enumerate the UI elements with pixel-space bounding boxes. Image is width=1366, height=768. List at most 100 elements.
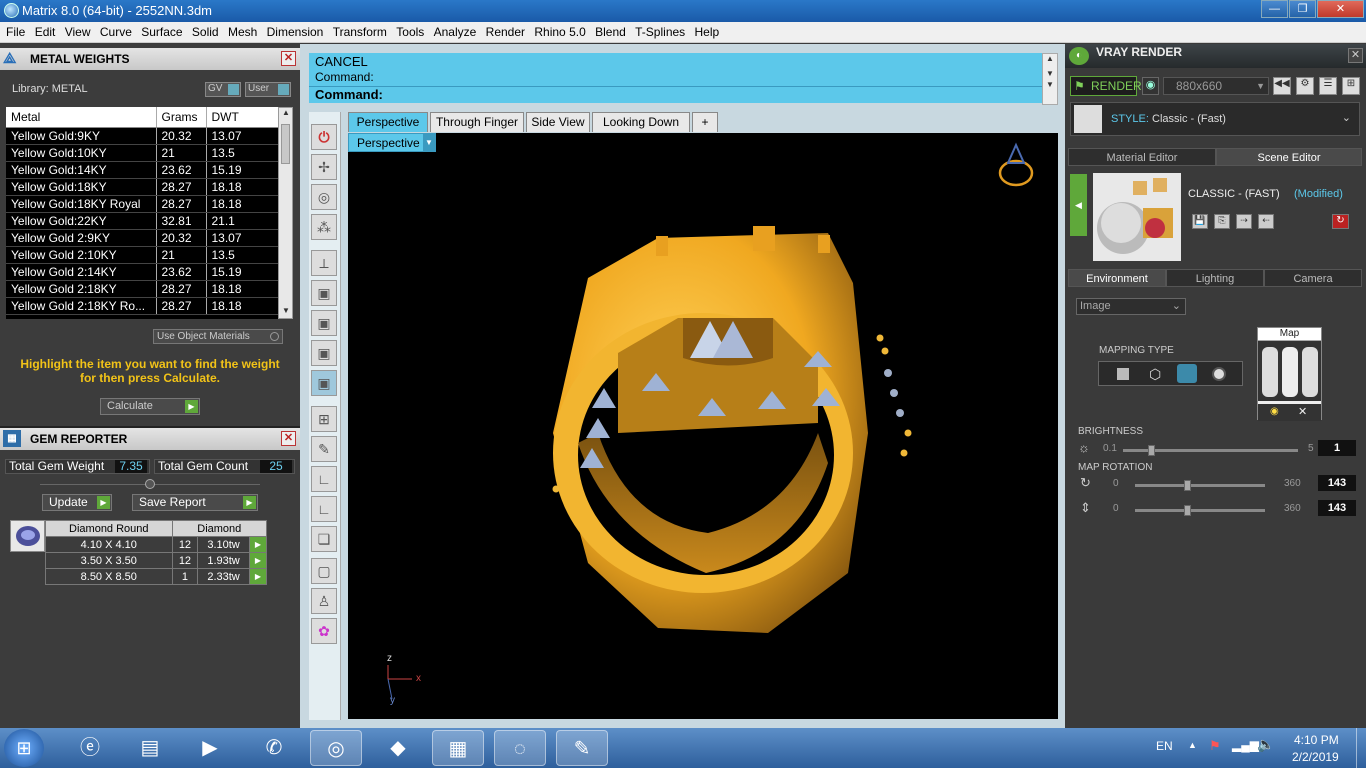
map-flat-icon[interactable]: [1117, 368, 1129, 380]
axis-icon[interactable]: ⟂: [311, 250, 337, 276]
clock-time[interactable]: 4:10 PM: [1294, 733, 1339, 747]
calculate-button[interactable]: Calculate ▶: [100, 398, 200, 415]
collapse-arrow-icon[interactable]: ◀: [1070, 174, 1087, 236]
vray-close-icon[interactable]: ✕: [1348, 48, 1363, 63]
language-indicator[interactable]: EN: [1156, 739, 1173, 753]
tab-camera[interactable]: Camera: [1264, 269, 1362, 287]
menu-tsplines[interactable]: T-Splines: [629, 22, 685, 39]
expand-icon[interactable]: ▼: [1043, 80, 1057, 89]
ie-icon[interactable]: ⓔ: [64, 730, 116, 766]
save-icon[interactable]: 💾: [1192, 214, 1208, 229]
table-row[interactable]: 8.50 X 8.50 1 2.33tw ▶: [45, 568, 268, 585]
ortho-r-icon[interactable]: ∟: [311, 496, 337, 522]
splitter-handle[interactable]: [145, 479, 155, 489]
menu-rhino[interactable]: Rhino 5.0: [528, 22, 585, 39]
grid-snap-icon[interactable]: ⊞: [311, 406, 337, 432]
tray-expand-icon[interactable]: ▲: [1188, 740, 1197, 750]
rotation2-slider[interactable]: [1135, 505, 1265, 516]
tab-lighting[interactable]: Lighting: [1166, 269, 1264, 287]
table-row[interactable]: Yellow Gold 2:18KY 28.27 18.18: [6, 280, 278, 298]
scroll-up-icon[interactable]: ▲: [1043, 54, 1057, 63]
paint-icon[interactable]: ✎: [556, 730, 608, 766]
rotation2-knob[interactable]: [1184, 505, 1191, 516]
viewport[interactable]: Perspective ▼ z x y: [348, 133, 1058, 719]
save-report-button[interactable]: Save Report ▶: [132, 494, 258, 511]
cube-perspective-icon[interactable]: ▣: [311, 370, 337, 396]
table-row[interactable]: 3.50 X 3.50 12 1.93tw ▶: [45, 552, 268, 569]
tab-looking-down[interactable]: Looking Down: [592, 112, 690, 132]
settings-icon[interactable]: ⚙: [1296, 77, 1314, 95]
rotation2-value[interactable]: 143: [1318, 500, 1356, 516]
media-player-icon[interactable]: ▶: [184, 730, 236, 766]
export-icon[interactable]: ⇢: [1236, 214, 1252, 229]
menu-surface[interactable]: Surface: [135, 22, 182, 39]
nodes-icon[interactable]: ⁂: [311, 214, 337, 240]
table-row[interactable]: 4.10 X 4.10 12 3.10tw ▶: [45, 536, 268, 553]
diamond-thumbnail[interactable]: [10, 520, 45, 552]
layers-icon[interactable]: ❏: [311, 526, 337, 552]
scroll-down-icon[interactable]: ▼: [1043, 69, 1057, 78]
remove-map-icon[interactable]: ✕: [1298, 405, 1307, 418]
brightness-knob[interactable]: [1148, 445, 1155, 456]
globe-render-icon[interactable]: ◉: [1142, 77, 1159, 95]
environment-type-select[interactable]: Image ⌄: [1076, 298, 1186, 315]
table-row[interactable]: Yellow Gold 2:10KY 21 13.5: [6, 246, 278, 264]
color-pick-icon[interactable]: ◉: [1270, 406, 1279, 417]
row-play-icon[interactable]: ▶: [248, 568, 268, 585]
command-scrollbar[interactable]: ▲ ▼ ▼: [1042, 53, 1058, 105]
metal-table-scrollbar[interactable]: ▲ ▼: [278, 107, 293, 319]
menu-transform[interactable]: Transform: [327, 22, 387, 39]
explorer-icon[interactable]: ▤: [124, 730, 176, 766]
ruler-icon[interactable]: ✎: [311, 436, 337, 462]
menu-help[interactable]: Help: [689, 22, 720, 39]
map-thumbnail[interactable]: Map ◉ ✕: [1257, 327, 1322, 421]
pan-icon[interactable]: ✢: [311, 154, 337, 180]
import-icon[interactable]: ⇠: [1258, 214, 1274, 229]
clock-date[interactable]: 2/2/2019: [1292, 750, 1339, 764]
menu-tools[interactable]: Tools: [390, 22, 424, 39]
table-row[interactable]: Yellow Gold 2:9KY 20.32 13.07: [6, 229, 278, 247]
brightness-slider[interactable]: [1123, 445, 1298, 456]
h-box-icon[interactable]: ▢: [311, 558, 337, 584]
close-button[interactable]: ✕: [1317, 0, 1364, 18]
tab-material-editor[interactable]: Material Editor: [1068, 148, 1216, 166]
map-hdri-icon[interactable]: [1212, 367, 1226, 381]
stop-icon[interactable]: ⏻: [311, 124, 337, 150]
menu-file[interactable]: File: [0, 22, 25, 39]
scroll-up-icon[interactable]: ▲: [282, 108, 290, 117]
tab-through-finger[interactable]: Through Finger: [430, 112, 524, 132]
table-row[interactable]: Yellow Gold 2:14KY 23.62 15.19: [6, 263, 278, 281]
rotation1-knob[interactable]: [1184, 480, 1191, 491]
menu-view[interactable]: View: [59, 22, 91, 39]
table-row[interactable]: Yellow Gold:18KY Royal 28.27 18.18: [6, 195, 278, 213]
map-sphere-icon[interactable]: [1177, 364, 1197, 383]
table-row[interactable]: Yellow Gold:22KY 32.81 21.1: [6, 212, 278, 230]
control-panel-icon[interactable]: ▦: [432, 730, 484, 766]
scroll-down-icon[interactable]: ▼: [282, 306, 290, 315]
ortho-off-icon[interactable]: ∟: [311, 466, 337, 492]
list-icon[interactable]: ☰: [1319, 77, 1337, 95]
tab-side-view[interactable]: Side View: [526, 112, 590, 132]
map-cube-icon[interactable]: ⬡: [1149, 366, 1161, 383]
show-desktop-button[interactable]: [1356, 728, 1366, 768]
tab-scene-editor[interactable]: Scene Editor: [1216, 148, 1362, 166]
metal-weights-close-icon[interactable]: ✕: [281, 51, 296, 66]
matrix-app-icon[interactable]: ◌: [494, 730, 546, 766]
chrome-icon[interactable]: ◎: [310, 730, 362, 766]
row-play-icon[interactable]: ▶: [248, 552, 268, 569]
table-row[interactable]: Yellow Gold:9KY 20.32 13.07: [6, 127, 278, 145]
menu-blend[interactable]: Blend: [589, 22, 626, 39]
row-play-icon[interactable]: ▶: [248, 536, 268, 553]
col-dwt[interactable]: DWT: [206, 107, 278, 128]
tab-perspective[interactable]: Perspective: [348, 112, 428, 132]
globe-icon[interactable]: ◎: [311, 184, 337, 210]
render-button[interactable]: ⚑ RENDER: [1070, 76, 1142, 96]
reset-icon[interactable]: ↻: [1332, 214, 1349, 229]
add-tab-icon[interactable]: +: [692, 112, 718, 132]
cube-front-icon[interactable]: ▣: [311, 310, 337, 336]
maximize-button[interactable]: ❐: [1289, 0, 1316, 18]
rotation1-slider[interactable]: [1135, 480, 1265, 491]
col-grams[interactable]: Grams: [156, 107, 207, 128]
volume-icon[interactable]: 🔈: [1257, 736, 1274, 753]
cube-icon[interactable]: ▣: [311, 280, 337, 306]
